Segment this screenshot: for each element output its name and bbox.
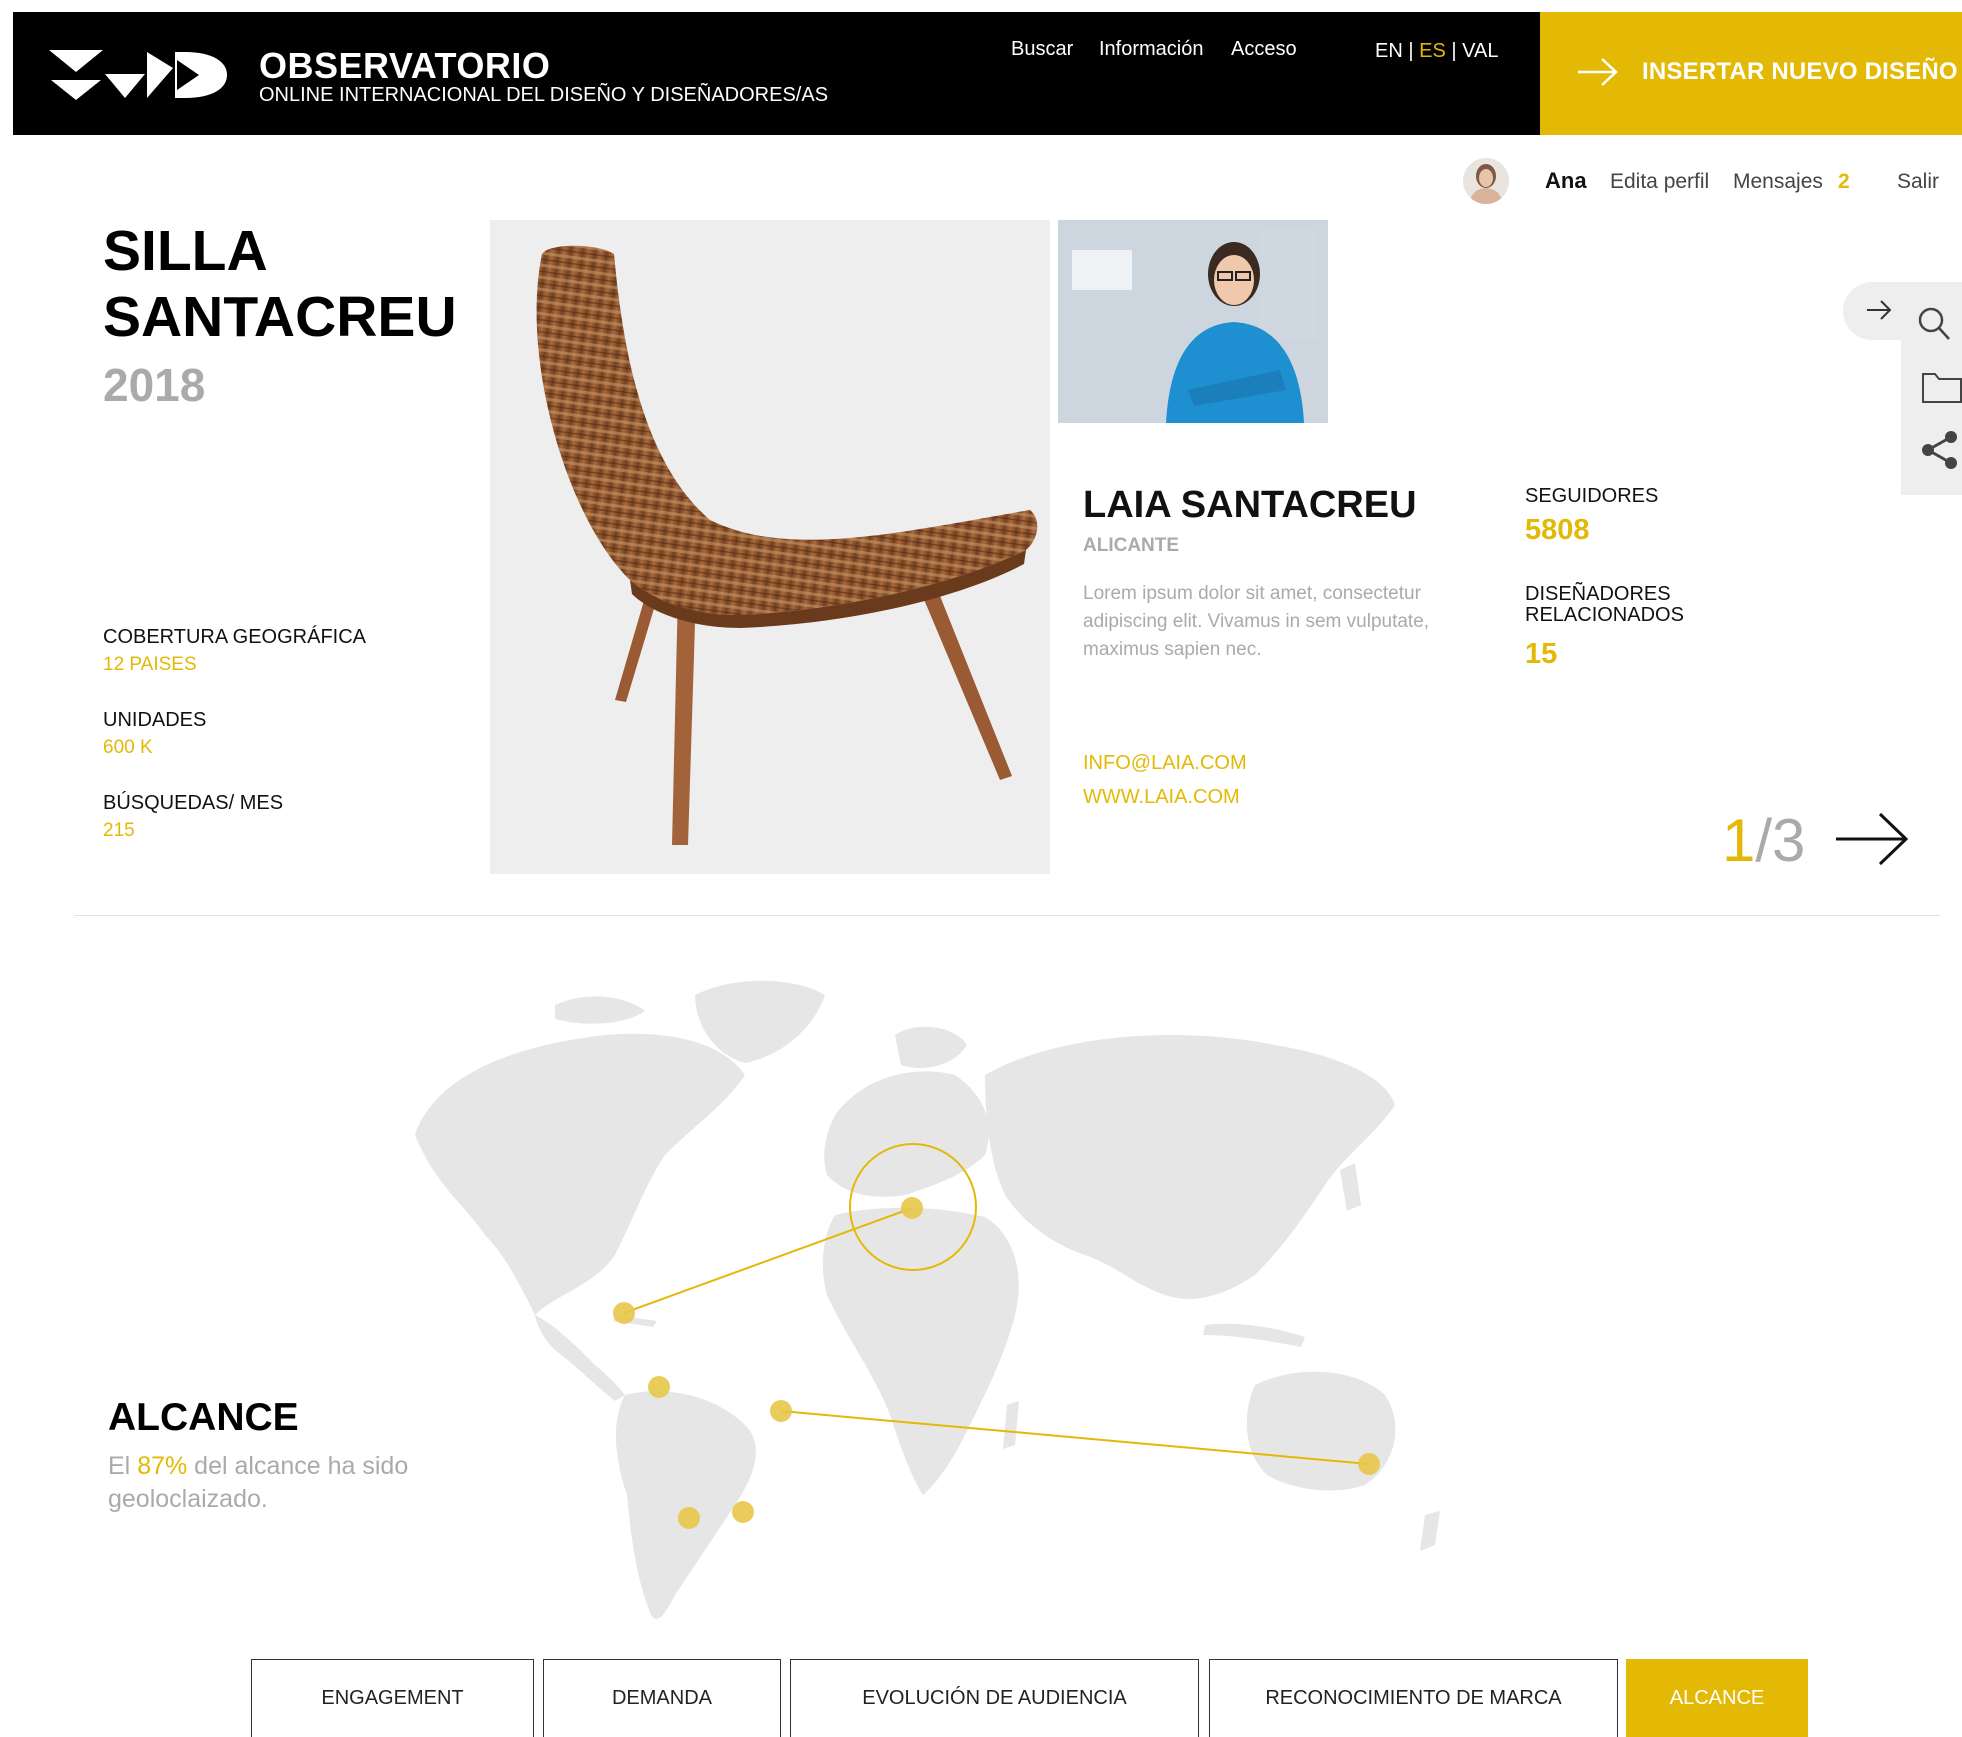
map-point[interactable] [901,1197,923,1219]
pager-current: 1 [1722,807,1756,874]
nav-informacion[interactable]: Información [1099,38,1204,61]
logout-link[interactable]: Salir [1897,170,1939,194]
map-point[interactable] [613,1302,635,1324]
tab-evolucion-audiencia[interactable]: EVOLUCIÓN DE AUDIENCIA [790,1659,1199,1737]
map-landmass-europe [824,1071,989,1197]
map-landmass-central-america [535,1315,625,1401]
related-designers-label-line: DISEÑADORES [1525,583,1671,605]
site-header: OBSERVATORIO ONLINE INTERNACIONAL DEL DI… [13,12,1540,135]
map-landmass-arctic-islands [555,996,645,1024]
map-landmass-scandinavia [895,1026,967,1069]
lang-en[interactable]: EN [1375,40,1403,62]
stat-label-coverage: COBERTURA GEOGRÁFICA [103,626,367,648]
stat-label-units: UNIDADES [103,709,207,731]
design-title-line: SILLA [103,219,268,283]
stat-value-coverage: 12 PAISES [103,654,197,675]
arrow-right-icon [1867,300,1892,320]
next-arrow-icon[interactable] [1834,811,1910,867]
reach-title: ALCANCE [108,1396,299,1439]
map-landmass-indonesia [1203,1323,1305,1347]
insert-design-button[interactable]: INSERTAR NUEVO DISEÑO [1540,12,1962,135]
pager-total: 3 [1772,807,1806,874]
tools-panel [1901,282,1962,495]
map-landmass-asia [985,1035,1395,1299]
stat-label-searches: BÚSQUEDAS/ MES [103,792,284,814]
reach-text-prefix: El [108,1452,138,1480]
insert-design-label: INSERTAR NUEVO DISEÑO [1642,58,1958,85]
related-designers-value[interactable]: 15 [1525,638,1557,671]
followers-value: 5808 [1525,514,1590,546]
pager-separator: / [1755,807,1773,874]
map-landmass-madagascar [1003,1401,1019,1449]
designer-name[interactable]: LAIA SANTACREU [1083,484,1417,527]
search-icon[interactable] [1917,306,1951,342]
design-title: SILLA SANTACREU [103,218,457,350]
designer-email-link[interactable]: INFO@LAIA.COM [1083,752,1247,775]
reach-description: El 87% del alcance ha sido geoloclaizado… [108,1450,428,1516]
design-title-line: SANTACREU [103,285,457,349]
designer-web-link[interactable]: WWW.LAIA.COM [1083,786,1240,809]
related-designers-label-line: RELACIONADOS [1525,604,1684,626]
world-map [415,980,1440,1619]
map-point[interactable] [770,1400,792,1422]
observatorio-logo[interactable] [49,42,229,102]
lang-val[interactable]: VAL [1462,40,1498,62]
user-name[interactable]: Ana [1545,168,1587,194]
brand-subtitle: ONLINE INTERNACIONAL DEL DISEÑO Y DISEÑA… [259,84,829,106]
avatar[interactable] [1463,158,1509,204]
folder-icon[interactable] [1921,368,1962,404]
lang-es[interactable]: ES [1419,40,1446,62]
map-landmass-new-zealand [1420,1511,1440,1551]
language-switcher: EN | ES | VAL [1375,40,1498,63]
arrow-right-icon [1578,58,1618,86]
map-point[interactable] [732,1501,754,1523]
related-designers-label: DISEÑADORES RELACIONADOS [1525,584,1684,626]
tab-reconocimiento-marca[interactable]: RECONOCIMIENTO DE MARCA [1209,1659,1618,1737]
tab-demanda[interactable]: DEMANDA [543,1659,781,1737]
nav-buscar[interactable]: Buscar [1011,38,1073,61]
map-landmass-north-america [415,1033,745,1315]
chair-illustration [490,220,1050,874]
messages-count-badge[interactable]: 2 [1838,170,1850,194]
avatar-image [1463,158,1509,204]
share-icon[interactable] [1919,430,1962,470]
lang-separator: | [1408,40,1414,62]
map-landmass-japan [1340,1163,1361,1211]
map-point[interactable] [648,1376,670,1398]
lang-separator: | [1451,40,1457,62]
design-year: 2018 [103,359,206,411]
nav-acceso[interactable]: Acceso [1231,38,1297,61]
designer-bio: Lorem ipsum dolor sit amet, consectetur … [1083,583,1430,660]
designer-portrait [1058,220,1328,423]
tab-engagement[interactable]: ENGAGEMENT [251,1659,534,1737]
map-point[interactable] [678,1507,700,1529]
followers-label: SEGUIDORES [1525,485,1659,507]
edit-profile-link[interactable]: Edita perfil [1610,170,1709,194]
designer-photo[interactable] [1058,220,1328,423]
tab-alcance[interactable]: ALCANCE [1626,1659,1808,1737]
reach-percent: 87% [137,1452,188,1480]
designer-city: ALICANTE [1083,535,1180,556]
messages-link[interactable]: Mensajes [1733,170,1823,194]
map-landmass-africa [822,1207,1019,1495]
product-image[interactable] [490,220,1050,874]
section-divider [74,915,1940,916]
map-point[interactable] [1358,1453,1380,1475]
stat-value-searches: 215 [103,820,135,841]
stat-value-units: 600 K [103,737,153,758]
pager-indicator: 1/3 [1722,806,1805,875]
brand-title: OBSERVATORIO [259,45,551,86]
